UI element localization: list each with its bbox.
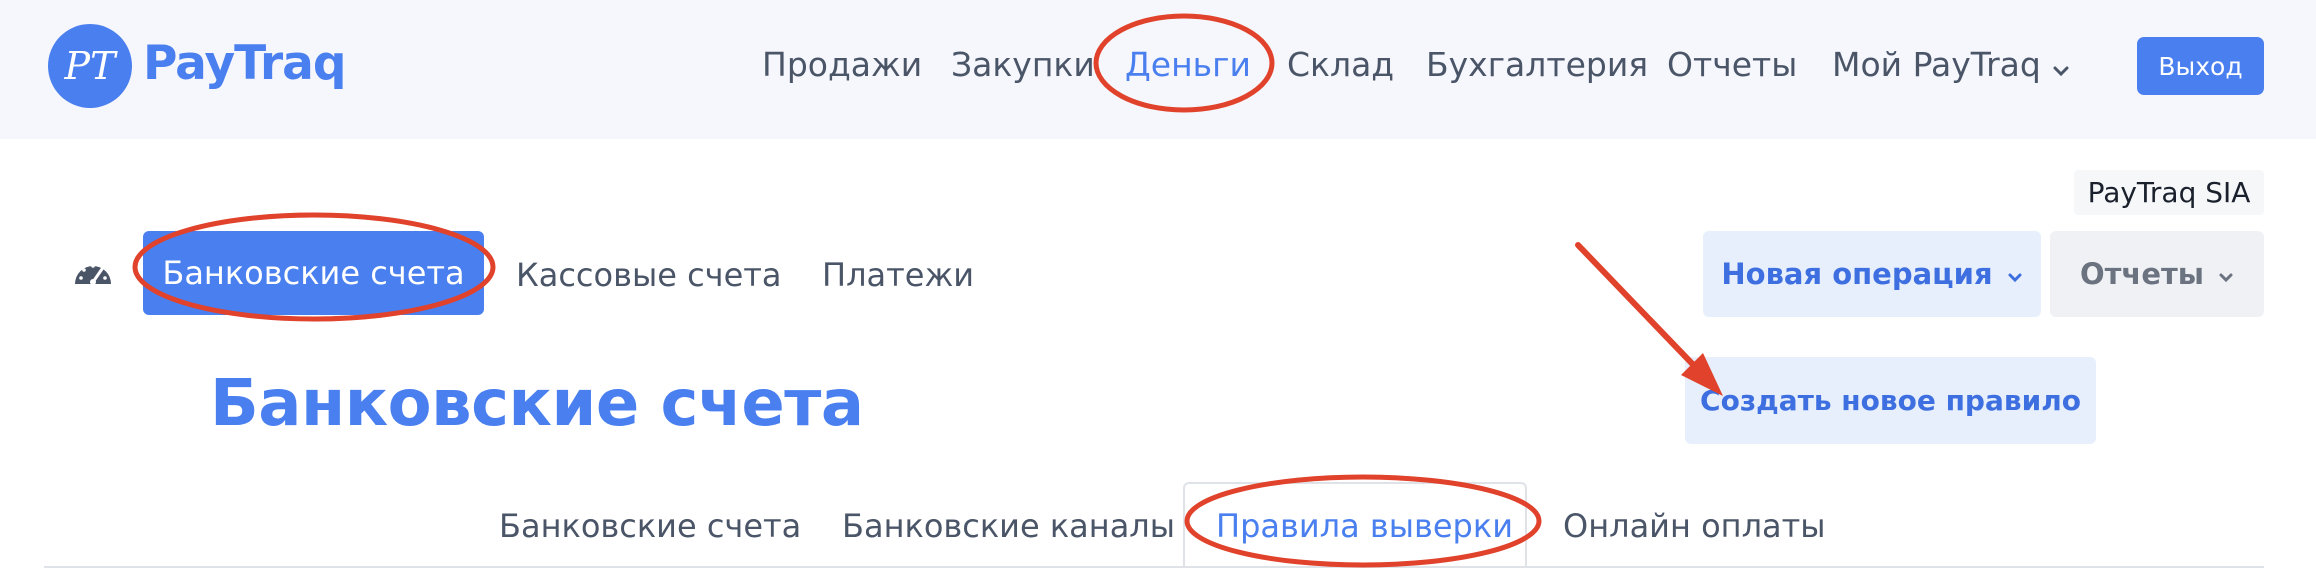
chevron-down-icon <box>2218 257 2234 291</box>
company-badge: PayTraq SIA <box>2074 170 2264 215</box>
nav-accounting[interactable]: Бухгалтерия <box>1426 45 1648 84</box>
reports-label: Отчеты <box>2079 257 2205 291</box>
page-title: Банковские счета <box>210 367 864 441</box>
nav-sales[interactable]: Продажи <box>762 45 922 84</box>
nav-money[interactable]: Деньги <box>1125 45 1251 84</box>
logo-monogram: PT <box>64 44 119 88</box>
reports-dropdown-button[interactable]: Отчеты <box>2050 231 2264 317</box>
arrow-line <box>1575 242 1708 380</box>
tab-bank-accounts[interactable]: Банковские счета <box>499 507 801 545</box>
logo-text[interactable]: PayTraq <box>143 36 347 91</box>
nav-reports[interactable]: Отчеты <box>1667 45 1797 84</box>
subnav-bank-accounts[interactable]: Банковские счета <box>143 231 484 315</box>
nav-my-paytraq[interactable]: Мой PayTraq <box>1832 45 2071 86</box>
tab-online-payments[interactable]: Онлайн оплаты <box>1563 507 1826 545</box>
create-rule-button[interactable]: Создать новое правило <box>1685 357 2096 444</box>
tab-reconciliation-rules[interactable]: Правила выверки <box>1216 507 1513 545</box>
tab-bank-channels[interactable]: Банковские каналы <box>842 507 1175 545</box>
new-operation-button[interactable]: Новая операция <box>1703 231 2041 317</box>
chevron-down-icon <box>2007 257 2023 291</box>
chevron-down-icon <box>2051 47 2071 86</box>
nav-warehouse[interactable]: Склад <box>1287 45 1394 84</box>
nav-purchases[interactable]: Закупки <box>951 45 1095 84</box>
logo-icon[interactable]: PT <box>48 24 132 108</box>
tabs-divider <box>44 566 2264 568</box>
subnav-payments[interactable]: Платежи <box>822 256 974 294</box>
subnav-cash-accounts[interactable]: Кассовые счета <box>516 256 782 294</box>
nav-my-paytraq-label: Мой PayTraq <box>1832 45 2041 84</box>
speedometer-icon[interactable] <box>73 256 113 288</box>
new-operation-label: Новая операция <box>1721 257 1993 291</box>
logout-button[interactable]: Выход <box>2137 37 2264 95</box>
